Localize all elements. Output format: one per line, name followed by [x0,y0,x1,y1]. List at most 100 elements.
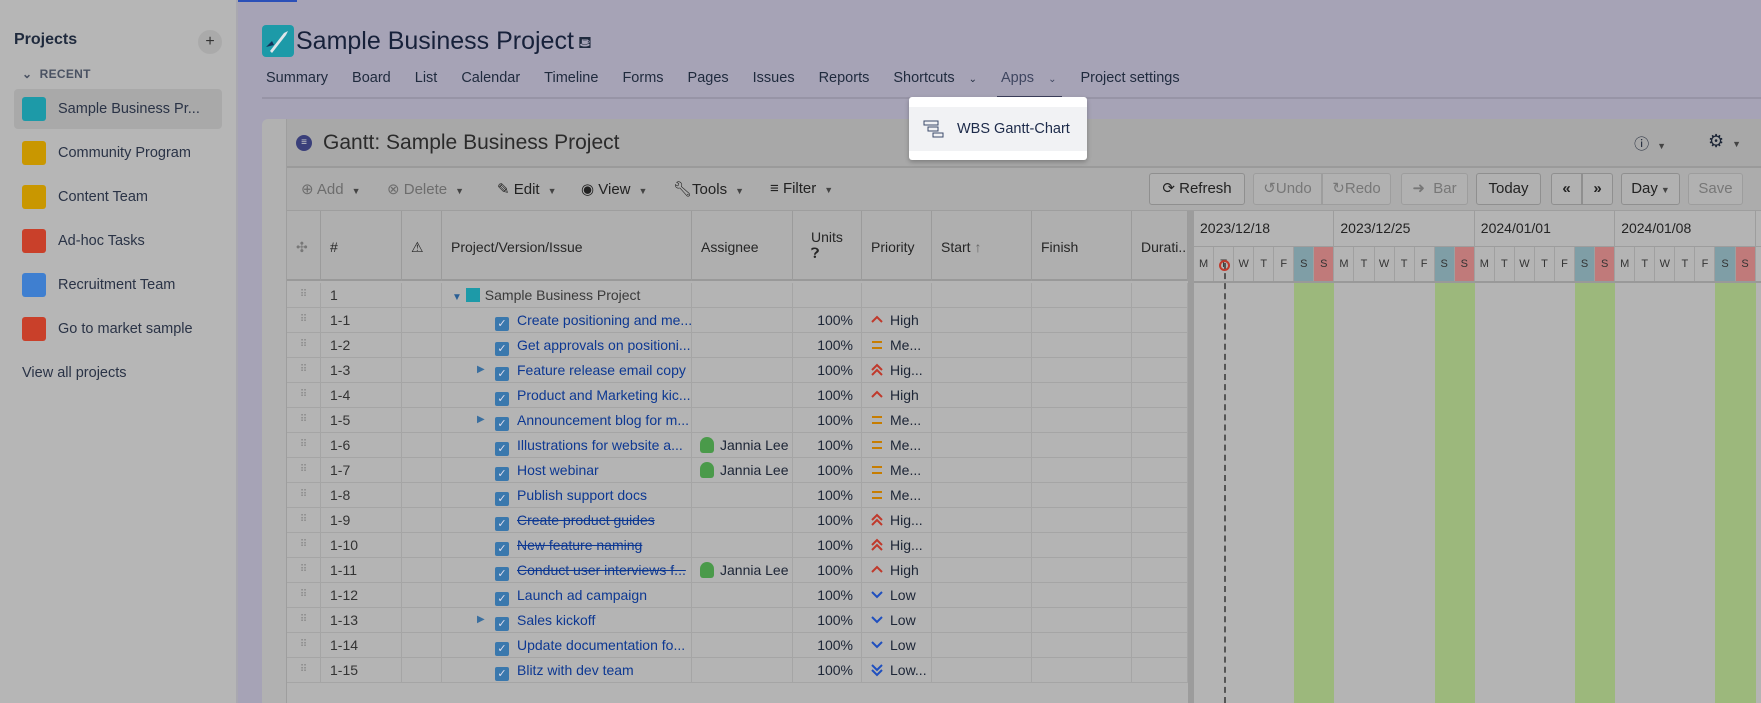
tab-board[interactable]: Board [352,70,391,96]
sidebar-project-item[interactable]: Sample Business Pr... [14,89,222,129]
drag-handle-icon[interactable]: ⠿ [287,433,321,458]
col-number[interactable]: # [321,211,402,281]
tab-issues[interactable]: Issues [753,70,795,96]
view-button[interactable]: ◉ View ▼ [581,180,647,198]
issue-name-cell[interactable]: ✓ Publish support docs [442,483,692,508]
table-row[interactable]: ⠿ 1-2 ✓ Get approvals on positioni... 100% Me… [287,333,1188,358]
drag-handle-icon[interactable]: ⠿ [287,333,321,358]
table-row[interactable]: ⠿ 1-4 ✓ Product and Marketing kic... 100% Hig… [287,383,1188,408]
col-assignee[interactable]: Assignee [692,211,793,281]
tab-apps[interactable]: Apps ⌄ [996,70,1063,99]
settings-menu-button[interactable]: ⚙ ▼ [1708,131,1741,152]
add-project-button[interactable]: + [198,30,222,54]
today-button[interactable]: Today [1476,173,1541,205]
issue-link[interactable]: Sales kickoff [517,612,595,628]
drag-handle-icon[interactable]: ⠿ [287,608,321,633]
issue-name-cell[interactable]: ▼ Sample Business Project [442,283,692,308]
table-row[interactable]: ⠿ 1-15 ✓ Blitz with dev team 100% Low... [287,658,1188,683]
issue-link[interactable]: Create product guides [517,512,655,528]
tab-summary[interactable]: Summary [266,70,328,96]
issue-link[interactable]: Feature release email copy [517,362,686,378]
next-button[interactable]: » [1582,173,1613,205]
table-row[interactable]: ⠿ 1-5 ▶ ✓ Announcement blog for m... 100% Me..… [287,408,1188,433]
issue-link[interactable]: Launch ad campaign [517,587,647,603]
refresh-button[interactable]: ⟳ Refresh [1149,173,1245,205]
issue-name-cell[interactable]: ✓ Conduct user interviews f... [442,558,692,583]
issue-name-cell[interactable]: ✓ Create product guides [442,508,692,533]
tab-project-settings[interactable]: Project settings [1080,70,1179,96]
issue-link[interactable]: Host webinar [517,462,599,478]
expand-icon[interactable]: ▶ [477,608,485,632]
issue-name-cell[interactable]: ✓ Get approvals on positioni... [442,333,692,358]
tools-button[interactable]: 🔧︎Tools ▼ [673,180,744,198]
issue-name-cell[interactable]: ✓ Product and Marketing kic... [442,383,692,408]
menu-item-wbs-gantt-chart[interactable]: WBS Gantt-Chart [909,107,1087,151]
drag-handle-icon[interactable]: ⠿ [287,583,321,608]
prev-button[interactable]: « [1551,173,1582,205]
table-row[interactable]: ⠿ 1-9 ✓ Create product guides 100% Hig... [287,508,1188,533]
tab-shortcuts[interactable]: Shortcuts ⌄ [893,70,977,96]
drag-handle-icon[interactable]: ⠿ [287,458,321,483]
table-row[interactable]: ⠿ 1-7 ✓ Host webinar Jannia Lee 100% Me... [287,458,1188,483]
paint-bucket-icon[interactable]: ⛾ [578,33,592,55]
filter-button[interactable]: ≡ Filter ▼ [770,180,833,197]
drag-handle-icon[interactable]: ⠿ [287,508,321,533]
table-row[interactable]: ⠿ 1-11 ✓ Conduct user interviews f... Jannia… [287,558,1188,583]
redo-button[interactable]: ↻Redo [1322,173,1391,205]
table-row[interactable]: ⠿ 1-10 ✓ New feature naming 100% Hig... [287,533,1188,558]
issue-link[interactable]: New feature naming [517,537,642,553]
save-button[interactable]: Save [1688,173,1743,205]
expand-icon[interactable]: ▶ [477,358,485,382]
issue-link[interactable]: Product and Marketing kic... [517,387,691,403]
col-finish[interactable]: Finish [1032,211,1132,281]
table-row[interactable]: ⠿ 1-8 ✓ Publish support docs 100% Me... [287,483,1188,508]
drag-handle-icon[interactable]: ⠿ [287,358,321,383]
tab-reports[interactable]: Reports [819,70,870,96]
drag-handle-icon[interactable]: ⠿ [287,383,321,408]
issue-link[interactable]: Conduct user interviews f... [517,562,686,578]
expand-icon[interactable]: ▶ [477,408,485,432]
col-name[interactable]: Project/Version/Issue [442,211,692,281]
issue-link[interactable]: Get approvals on positioni... [517,337,691,353]
sidebar-project-item[interactable]: Community Program [14,133,222,173]
table-row[interactable]: ⠿ 1 ▼ Sample Business Project [287,283,1188,308]
sidebar-project-item[interactable]: Recruitment Team [14,265,222,305]
tab-timeline[interactable]: Timeline [544,70,598,96]
issue-link[interactable]: Blitz with dev team [517,662,634,678]
issue-name-cell[interactable]: ✓ New feature naming [442,533,692,558]
col-priority[interactable]: Priority [862,211,932,281]
table-row[interactable]: ⠿ 1-6 ✓ Illustrations for website a... Janni… [287,433,1188,458]
drag-handle-icon[interactable]: ⠿ [287,483,321,508]
col-duration[interactable]: Durati.. [1132,211,1188,281]
collapse-icon[interactable]: ▼ [452,292,462,303]
issue-name-cell[interactable]: ✓ Create positioning and me... [442,308,692,333]
drag-handle-icon[interactable]: ⠿ [287,533,321,558]
sidebar-project-item[interactable]: Content Team [14,177,222,217]
col-units[interactable]: Units ❓︎ [793,211,862,281]
issue-link[interactable]: Illustrations for website a... [517,437,683,453]
edit-button[interactable]: ✎ Edit ▼ [497,180,557,198]
issue-name-cell[interactable]: ✓ Update documentation fo... [442,633,692,658]
issue-link[interactable]: Announcement blog for m... [517,412,689,428]
issue-name-cell[interactable]: ▶ ✓ Announcement blog for m... [442,408,692,433]
drag-handle-icon[interactable]: ⠿ [287,633,321,658]
sidebar-project-item[interactable]: Go to market sample [14,309,222,349]
drag-handle-icon[interactable]: ⠿ [287,308,321,333]
issue-link[interactable]: Publish support docs [517,487,647,503]
sidebar-project-item[interactable]: Ad-hoc Tasks [14,221,222,261]
table-row[interactable]: ⠿ 1-13 ▶ ✓ Sales kickoff 100% Low [287,608,1188,633]
issue-name-cell[interactable]: ▶ ✓ Feature release email copy [442,358,692,383]
add-button[interactable]: ⊕ Add ▼ [301,180,361,198]
delete-button[interactable]: ⊗ Delete ▼ [387,180,464,198]
help-menu-button[interactable]: ⓘ ▼ [1634,133,1666,154]
tab-calendar[interactable]: Calendar [461,70,520,96]
tab-forms[interactable]: Forms [622,70,663,96]
issue-name-cell[interactable]: ✓ Launch ad campaign [442,583,692,608]
issue-name-cell[interactable]: ✓ Blitz with dev team [442,658,692,683]
table-row[interactable]: ⠿ 1-1 ✓ Create positioning and me... 100% Hig… [287,308,1188,333]
issue-name-cell[interactable]: ✓ Host webinar [442,458,692,483]
bar-button[interactable]: ➜ Bar [1401,173,1468,205]
issue-link[interactable]: Create positioning and me... [517,312,691,328]
tab-list[interactable]: List [415,70,438,96]
table-row[interactable]: ⠿ 1-3 ▶ ✓ Feature release email copy 100% Hig.… [287,358,1188,383]
